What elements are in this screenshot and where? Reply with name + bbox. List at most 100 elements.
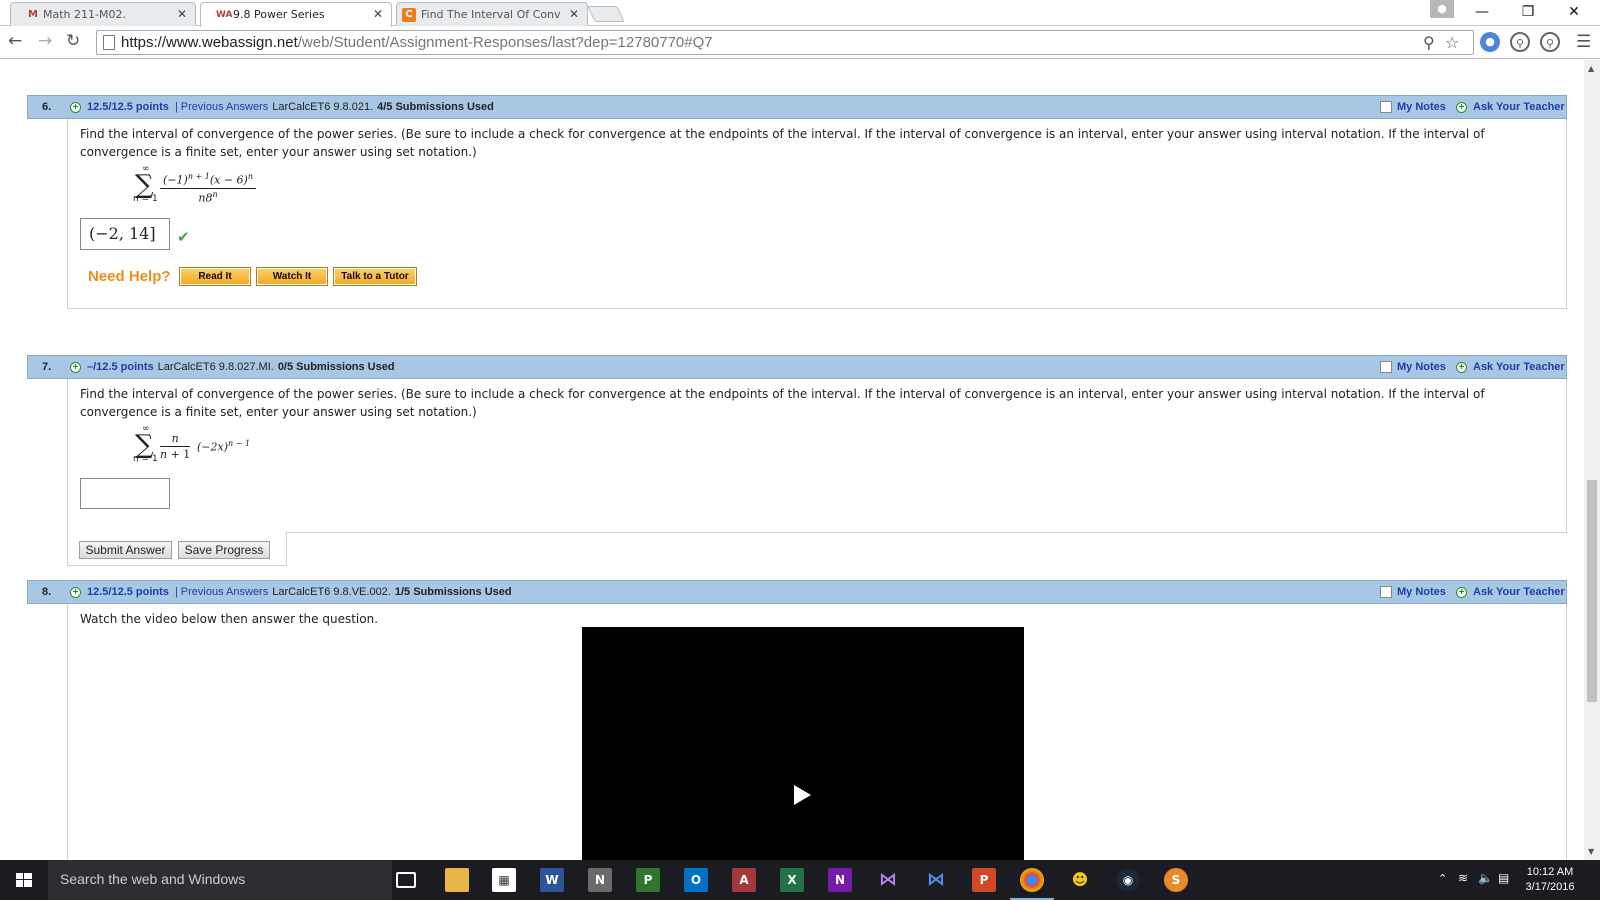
my-notes-link[interactable]: My Notes: [1397, 101, 1446, 113]
webassign-favicon-icon: WA: [216, 10, 233, 20]
chegg-favicon-icon: C: [402, 8, 416, 22]
expand-icon[interactable]: +: [70, 102, 81, 113]
onenote-icon[interactable]: N: [828, 868, 852, 892]
taskbar-search-input[interactable]: Search the web and Windows: [48, 860, 392, 900]
sum-lower: n = 1: [133, 454, 158, 464]
store-icon[interactable]: ▦: [492, 868, 516, 892]
steam-icon[interactable]: ◉: [1116, 868, 1140, 892]
my-notes-link[interactable]: My Notes: [1397, 361, 1446, 373]
browser-toolbar: ← → ↻ https://www.webassign.net/web/Stud…: [0, 27, 1600, 59]
profile-icon[interactable]: ●: [1430, 0, 1454, 18]
new-tab-button[interactable]: [587, 6, 625, 22]
submit-answer-button[interactable]: Submit Answer: [79, 541, 172, 559]
close-tab-icon[interactable]: ✕: [569, 7, 579, 21]
question-number: 8.: [42, 586, 52, 598]
scroll-down-icon[interactable]: ▼: [1588, 847, 1594, 856]
series-term: (−2x)n − 1: [197, 439, 251, 454]
volume-icon[interactable]: 🔈: [1478, 871, 1493, 885]
pdf-favicon-icon: M: [28, 9, 38, 20]
notifications-icon[interactable]: ▤: [1498, 871, 1509, 885]
outlook-icon[interactable]: O: [684, 868, 708, 892]
page-icon: [103, 35, 115, 50]
notes-checkbox[interactable]: [1380, 586, 1392, 598]
close-tab-icon[interactable]: ✕: [373, 7, 383, 21]
talk-to-tutor-button[interactable]: Talk to a Tutor: [333, 267, 417, 286]
access-icon[interactable]: A: [732, 868, 756, 892]
correct-check-icon: ✔: [177, 228, 190, 246]
publisher-icon[interactable]: P: [636, 868, 660, 892]
forward-arrow-icon[interactable]: →: [38, 31, 52, 51]
tab-strip: M Math 211-M02. ✕ WA 9.8 Power Series ✕ …: [0, 0, 1600, 27]
scroll-up-icon[interactable]: ▲: [1588, 64, 1594, 73]
sum-lower: n = 1: [133, 194, 158, 204]
url-text[interactable]: https://www.webassign.net/web/Student/As…: [121, 34, 713, 51]
question-code: LarCalcET6 9.8.VE.002.: [272, 586, 391, 598]
skype-icon[interactable]: S: [1164, 868, 1188, 892]
close-tab-icon[interactable]: ✕: [177, 7, 187, 21]
question-prompt: Watch the video below then answer the qu…: [80, 612, 379, 626]
zoom-extension-icon[interactable]: ⚲: [1510, 32, 1530, 52]
clock-time: 10:12 AM: [1526, 866, 1574, 878]
notes-checkbox[interactable]: [1380, 101, 1392, 113]
tab-math211[interactable]: M Math 211-M02. ✕: [10, 2, 196, 26]
page-scrollbar[interactable]: ▲ ▼: [1584, 60, 1600, 860]
visual-studio-code-icon[interactable]: ⋈: [924, 868, 948, 892]
tab-find-interval[interactable]: C Find The Interval Of Conv ✕: [396, 2, 588, 26]
visual-studio-icon[interactable]: ⋈: [876, 868, 900, 892]
excel-icon[interactable]: X: [780, 868, 804, 892]
read-it-button[interactable]: Read It: [179, 267, 251, 286]
expand-icon[interactable]: +: [70, 587, 81, 598]
page-content: 6. + 12.5/12.5 points | Previous Answers La…: [0, 60, 1584, 860]
zoom-icon[interactable]: ⚲: [1423, 33, 1435, 52]
bookmark-star-icon[interactable]: ☆: [1445, 33, 1459, 52]
previous-answers-link[interactable]: Previous Answers: [181, 586, 268, 598]
ask-teacher-icon[interactable]: +: [1456, 102, 1467, 113]
address-bar[interactable]: https://www.webassign.net/web/Student/As…: [96, 30, 1474, 55]
extension-icon[interactable]: ●: [1480, 32, 1500, 52]
back-arrow-icon[interactable]: ←: [8, 31, 22, 51]
fraction: n n + 1: [160, 432, 191, 461]
notes-checkbox[interactable]: [1380, 361, 1392, 373]
menu-icon[interactable]: ☰: [1576, 32, 1591, 52]
play-icon[interactable]: [794, 785, 811, 805]
answer-value: (−2, 14]: [89, 224, 156, 243]
windows-logo-icon: [16, 873, 32, 887]
tab-power-series[interactable]: WA 9.8 Power Series ✕: [200, 2, 392, 27]
ask-teacher-link[interactable]: Ask Your Teacher: [1473, 361, 1565, 373]
scroll-thumb[interactable]: [1587, 480, 1597, 702]
ask-teacher-link[interactable]: Ask Your Teacher: [1473, 586, 1565, 598]
answer-field-6[interactable]: (−2, 14]: [80, 218, 170, 250]
ask-teacher-link[interactable]: Ask Your Teacher: [1473, 101, 1565, 113]
word-icon[interactable]: W: [540, 868, 564, 892]
people-icon[interactable]: ☻: [1068, 868, 1092, 892]
search-extension-icon[interactable]: ⚲: [1540, 32, 1560, 52]
separator: |: [174, 586, 178, 598]
onenote-nx-icon[interactable]: N: [588, 868, 612, 892]
close-window-button[interactable]: ✕: [1552, 0, 1596, 24]
chrome-icon[interactable]: [1020, 868, 1044, 892]
previous-answers-link[interactable]: Previous Answers: [181, 101, 268, 113]
tray-chevron-icon[interactable]: ⌃: [1438, 872, 1447, 885]
question-number: 6.: [42, 101, 52, 113]
answer-field-7[interactable]: [80, 478, 170, 509]
watch-it-button[interactable]: Watch It: [256, 267, 328, 286]
ask-teacher-icon[interactable]: +: [1456, 587, 1467, 598]
question-header-6: 6. + 12.5/12.5 points | Previous Answers La…: [27, 95, 1567, 119]
reload-icon[interactable]: ↻: [66, 31, 80, 51]
question-code: LarCalcET6 9.8.021.: [272, 101, 374, 113]
expand-icon[interactable]: +: [70, 362, 81, 373]
clock-date: 3/17/2016: [1525, 881, 1575, 893]
fraction: (−1)n + 1(x − 6)n n8n: [160, 172, 256, 204]
minimize-button[interactable]: —: [1460, 0, 1504, 24]
windows-start-button[interactable]: [0, 860, 48, 900]
my-notes-link[interactable]: My Notes: [1397, 586, 1446, 598]
ask-teacher-icon[interactable]: +: [1456, 362, 1467, 373]
powerpoint-icon[interactable]: P: [972, 868, 996, 892]
file-explorer-icon[interactable]: [445, 868, 469, 892]
video-player[interactable]: [582, 627, 1024, 860]
wifi-icon[interactable]: ≋: [1458, 871, 1468, 885]
restore-button[interactable]: ❐: [1506, 0, 1550, 24]
clock[interactable]: 10:12 AM 3/17/2016: [1510, 865, 1590, 895]
task-view-icon[interactable]: [396, 872, 416, 888]
save-progress-button[interactable]: Save Progress: [178, 541, 270, 559]
